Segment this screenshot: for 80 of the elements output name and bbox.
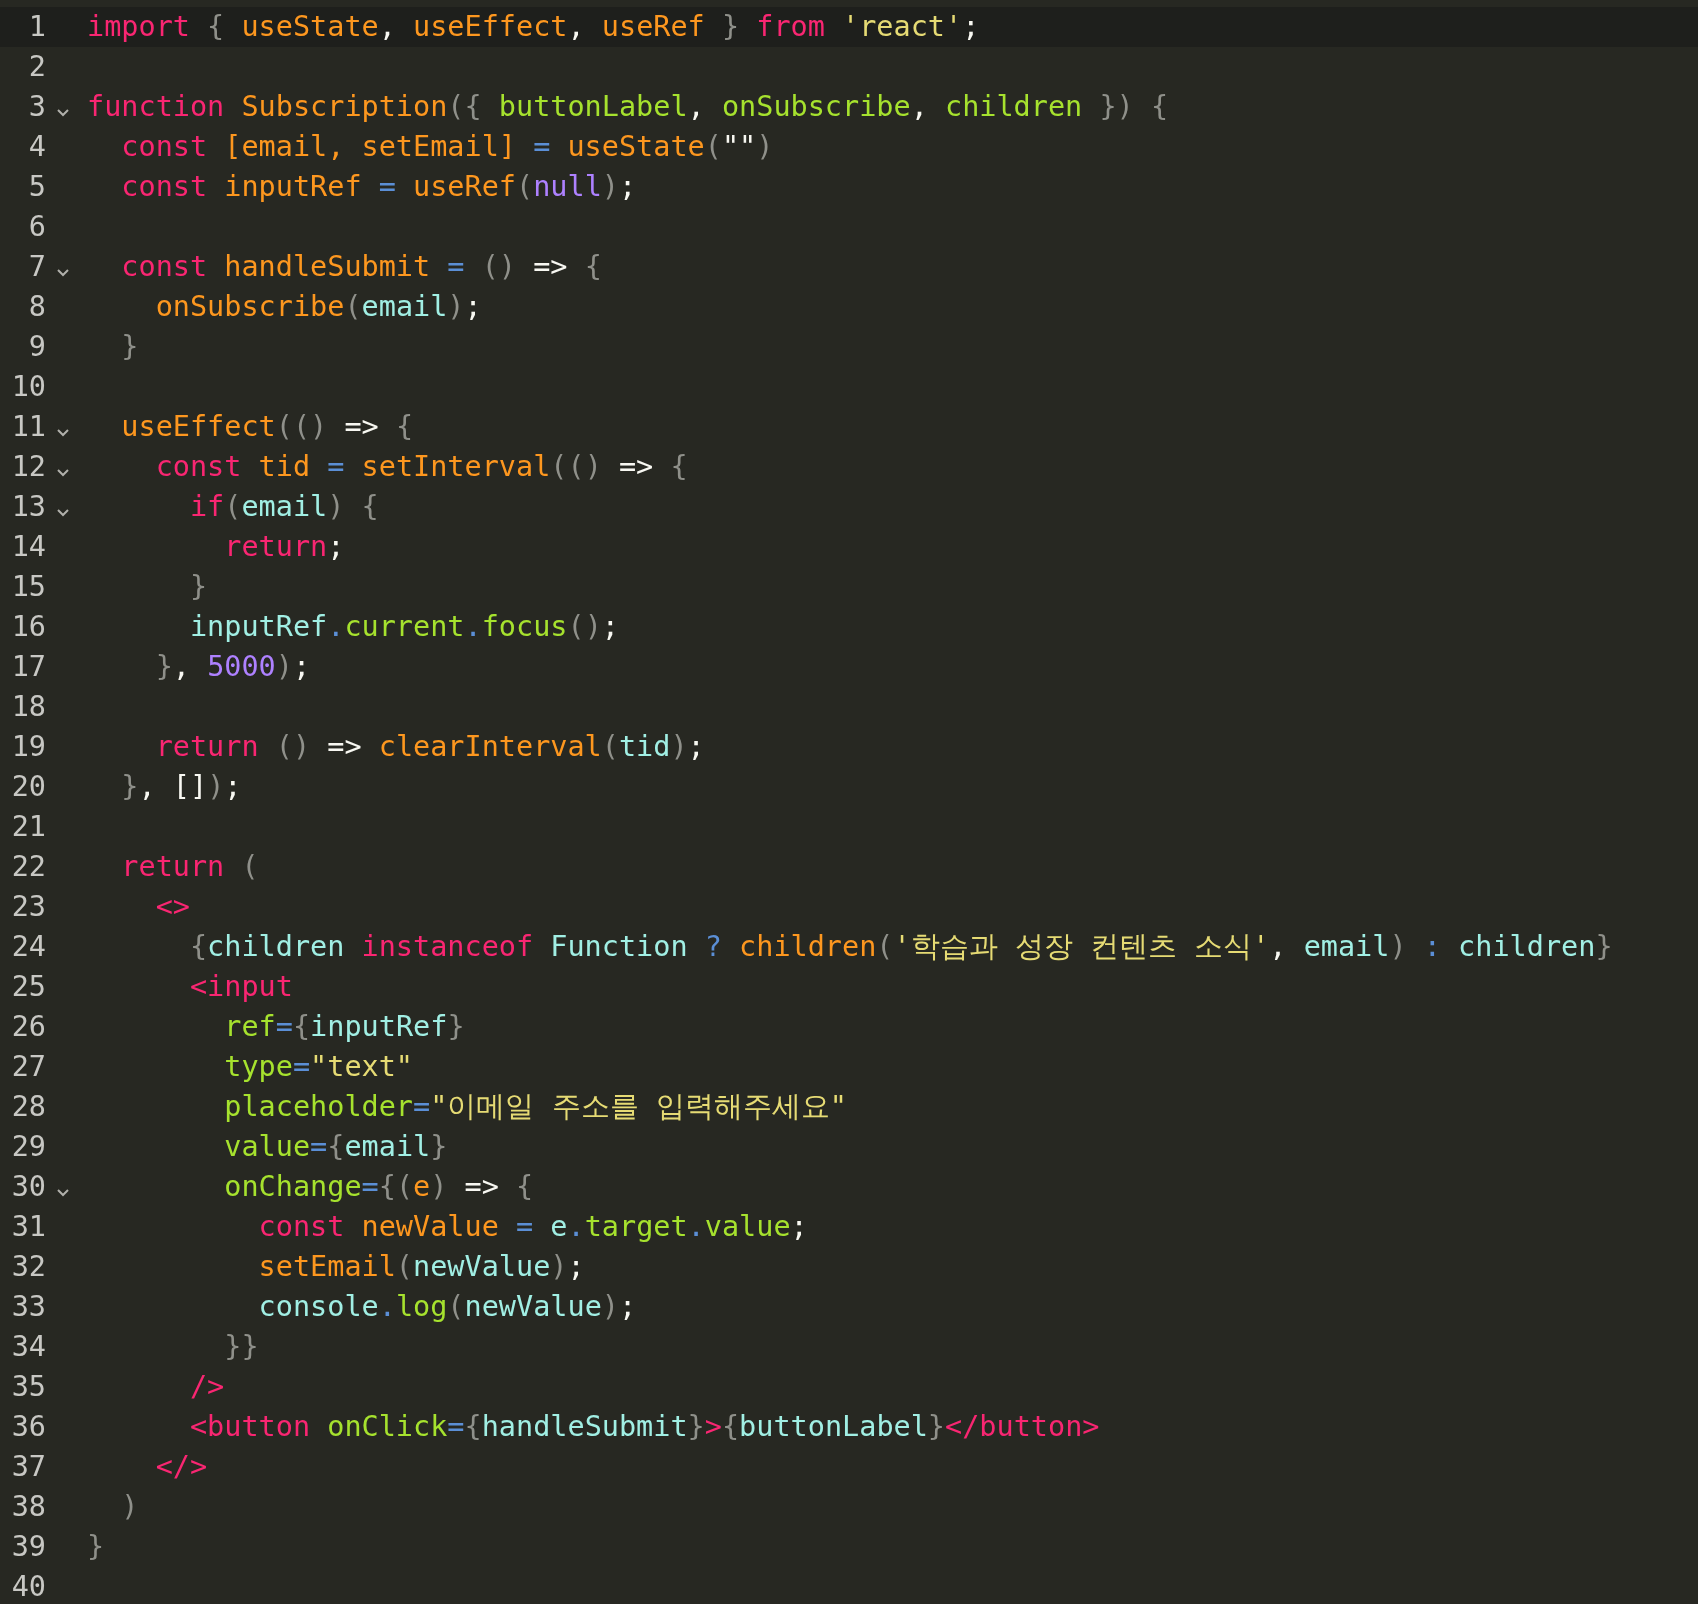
line-number: 1 [27,9,46,45]
code-line: ) [120,1489,139,1525]
code-line: const newValue = e.target.value; [257,1209,808,1245]
code-line: } [188,569,208,605]
line-number: 30 [10,1169,46,1205]
line-number: 39 [10,1529,46,1565]
line-number: 6 [27,209,46,245]
line-number: 7 [27,249,46,285]
fold-chevron-icon[interactable] [56,107,70,117]
code-line: onSubscribe(email); [154,289,482,325]
fold-chevron-icon[interactable] [56,267,70,277]
line-number: 40 [10,1569,46,1604]
line-number: 25 [10,969,46,1005]
line-number: 38 [10,1489,46,1525]
line-number: 31 [10,1209,46,1245]
code-line: placeholder="이메일 주소를 입력해주세요" [223,1089,847,1125]
line-number: 33 [10,1289,46,1325]
line-number: 21 [10,809,46,845]
line-number: 34 [10,1329,46,1365]
line-number: 14 [10,529,46,565]
code-line: const inputRef = useRef(null); [120,169,637,205]
code-line: {children instanceof Function ? children('학습과 성장 컨텐츠 소식', email) : children} [188,929,1613,965]
line-number: 22 [10,849,46,885]
line-number: 11 [10,409,46,445]
code-line: type="text" [223,1049,414,1085]
line-number: 13 [10,489,46,525]
code-line: }, 5000); [154,649,311,685]
line-number: 5 [27,169,46,205]
code-line: return () => clearInterval(tid); [154,729,705,765]
line-number: 28 [10,1089,46,1125]
code-line: /> [188,1369,225,1405]
code-line: function Subscription({ buttonLabel, onSubscribe, children }) { [87,89,1169,125]
fold-chevron-icon[interactable] [56,467,70,477]
line-number: 35 [10,1369,46,1405]
code-line: onChange={(e) => { [223,1169,534,1205]
line-number: 9 [27,329,46,365]
code-line: if(email) { [188,489,379,525]
line-number: 19 [10,729,46,765]
code-line: <input [188,969,293,1005]
line-number: 8 [27,289,46,325]
line-number: 4 [27,129,46,165]
line-number: 32 [10,1249,46,1285]
line-number: 37 [10,1449,46,1485]
line-number: 2 [27,49,46,85]
code-line: const handleSubmit = () => { [120,249,602,285]
line-number: 18 [10,689,46,725]
line-number: 20 [10,769,46,805]
line-number: 15 [10,569,46,605]
line-number: 23 [10,889,46,925]
line-number: 36 [10,1409,46,1445]
line-number: 12 [10,449,46,485]
line-number: 17 [10,649,46,685]
code-line: const tid = setInterval(() => { [154,449,688,485]
line-number: 24 [10,929,46,965]
code-line: }, []); [120,769,242,805]
code-line: } [87,1529,105,1565]
code-line: useEffect(() => { [120,409,414,445]
code-line: console.log(newValue); [257,1289,637,1325]
line-number: 16 [10,609,46,645]
code-line: const [email, setEmail] = useState("") [120,129,774,165]
code-line: </> [154,1449,208,1485]
code-line: }} [223,1329,259,1365]
code-line: ref={inputRef} [223,1009,465,1045]
code-line: value={email} [223,1129,448,1165]
code-line: <> [154,889,190,925]
code-line: <button onClick={handleSubmit}>{buttonLabel}</button> [188,1409,1100,1445]
line-number: 3 [27,89,46,125]
line-number: 26 [10,1009,46,1045]
code-line: inputRef.current.focus(); [188,609,619,645]
fold-chevron-icon[interactable] [56,1187,70,1197]
code-line: return ( [120,849,259,885]
fold-chevron-icon[interactable] [56,507,70,517]
line-number: 29 [10,1129,46,1165]
fold-chevron-icon[interactable] [56,427,70,437]
code-line: } [120,329,139,365]
code-line: import { useState, useEffect, useRef } from 'react'; [87,9,980,45]
line-number: 27 [10,1049,46,1085]
line-number: 10 [10,369,46,405]
code-line: setEmail(newValue); [257,1249,585,1285]
code-line: return; [223,529,345,565]
